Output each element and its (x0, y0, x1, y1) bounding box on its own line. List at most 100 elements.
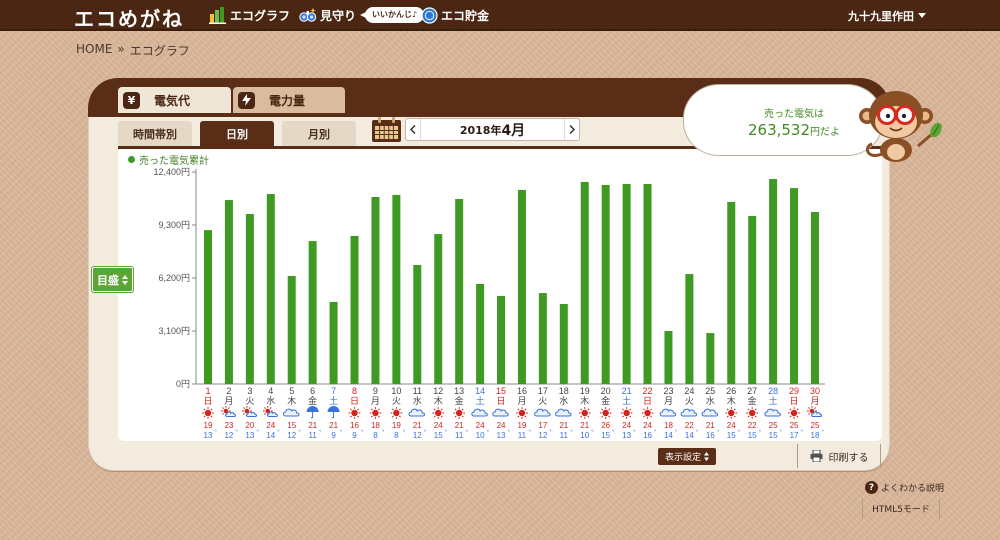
temp-high: 25 (790, 421, 799, 430)
nav-watch[interactable]: 見守り いいかんじ♪ (299, 5, 425, 25)
bar-day-1[interactable] (204, 230, 212, 384)
sunny-icon (578, 407, 591, 419)
nav-eco-graph[interactable]: エコグラフ (209, 5, 290, 25)
degree-unit: ° (215, 430, 218, 436)
app-logo[interactable]: エコめがね (74, 3, 184, 32)
x-tick-weekday: 火 (538, 396, 547, 406)
bubble-caption: 売った電気は (764, 109, 824, 120)
calendar-icon[interactable] (371, 117, 402, 143)
cloudy-icon (659, 408, 677, 417)
bar-day-15[interactable] (497, 295, 506, 384)
bar-day-29[interactable] (790, 188, 799, 384)
x-tick-day: 29 (789, 386, 799, 396)
bar-day-18[interactable] (559, 303, 568, 384)
x-tick-day: 18 (559, 386, 569, 396)
tab-hourly[interactable]: 時間帯別 (118, 121, 192, 146)
x-tick-day: 25 (705, 386, 715, 396)
bar-day-24[interactable] (685, 274, 694, 384)
bar-day-30[interactable] (810, 212, 819, 384)
degree-unit: ° (277, 430, 280, 436)
bar-day-4[interactable] (266, 194, 275, 384)
x-tick-weekday: 金 (308, 395, 317, 406)
sold-electricity-bubble: 売った電気は 263,532円だよ (683, 84, 883, 156)
coin-icon (421, 6, 438, 24)
sunny-cloudy-icon (241, 406, 258, 417)
x-tick-weekday: 土 (329, 395, 338, 406)
html5-mode-button[interactable]: HTML5モード (862, 499, 940, 518)
cloudy-icon (764, 408, 781, 417)
bar-day-23[interactable] (664, 331, 673, 384)
next-month-button[interactable] (564, 119, 579, 140)
bar-day-8[interactable] (350, 235, 359, 384)
bar-day-3[interactable] (245, 214, 254, 384)
bar-day-16[interactable] (517, 189, 526, 384)
scale-button[interactable]: 目盛 (92, 267, 133, 292)
bar-day-17[interactable] (538, 293, 547, 384)
bar-day-25[interactable] (706, 333, 715, 384)
bar-day-9[interactable] (371, 196, 380, 384)
x-tick-day: 23 (663, 386, 673, 396)
temp-low: 12 (224, 431, 233, 440)
bar-day-19[interactable] (580, 181, 589, 384)
user-menu[interactable]: 九十九里作田 (848, 8, 926, 24)
x-tick-weekday: 月 (664, 396, 673, 406)
temp-low: 10 (580, 431, 589, 440)
bar-day-21[interactable] (622, 183, 631, 384)
breadcrumb-home[interactable]: HOME (76, 42, 112, 59)
temp-low: 14 (266, 431, 275, 440)
cloudy-icon (492, 408, 509, 417)
status-badge: いいかんじ♪ (360, 7, 425, 23)
temp-high: 21 (706, 421, 715, 430)
x-tick-day: 4 (268, 386, 273, 396)
bar-day-14[interactable] (476, 283, 485, 384)
bar-day-13[interactable] (455, 199, 464, 384)
bar-day-2[interactable] (224, 200, 233, 384)
tab-electricity-cost[interactable]: 電気代 (118, 87, 231, 113)
bar-day-12[interactable] (434, 234, 443, 384)
x-tick-weekday: 火 (245, 396, 254, 406)
temp-low: 12 (538, 431, 547, 440)
bar-day-22[interactable] (643, 183, 652, 384)
degree-unit: ° (780, 430, 783, 436)
print-button[interactable]: 印刷する (797, 444, 881, 468)
tab-electricity-usage[interactable]: 電力量 (233, 87, 345, 113)
bar-day-26[interactable] (727, 201, 736, 384)
x-tick-weekday: 日 (350, 396, 359, 406)
sunny-cloudy-icon (262, 406, 278, 417)
bar-day-5[interactable] (287, 275, 296, 384)
x-tick-day: 15 (496, 386, 506, 396)
help-link[interactable]: よくわかる説明 (865, 481, 944, 494)
bar-day-6[interactable] (308, 241, 317, 384)
x-tick-day: 20 (601, 386, 611, 396)
cloudy-icon (534, 408, 551, 417)
tab-monthly[interactable]: 月別 (282, 121, 356, 146)
bar-day-20[interactable] (601, 184, 610, 384)
temp-low: 13 (245, 431, 254, 440)
temp-high: 26 (601, 421, 610, 430)
bar-day-10[interactable] (392, 194, 401, 384)
bar-day-11[interactable] (413, 265, 422, 384)
temp-high: 25 (811, 421, 820, 430)
sunny-icon (348, 407, 361, 419)
temp-high: 20 (245, 421, 254, 430)
daily-bar-chart: 0円3,100円6,200円9,300円12,400円1日1913 °2月2312… (153, 167, 825, 440)
bar-day-28[interactable] (769, 179, 778, 384)
degree-unit: ° (738, 430, 741, 436)
x-tick-day: 19 (580, 386, 590, 396)
display-settings-button[interactable]: 表示設定 (658, 448, 716, 465)
x-tick-day: 9 (373, 386, 378, 396)
sunny-icon (432, 407, 445, 419)
x-tick-weekday: 木 (287, 395, 296, 406)
sunny-icon (390, 407, 403, 419)
x-tick-day: 22 (643, 386, 653, 396)
sunny-icon (599, 407, 612, 419)
bar-day-7[interactable] (329, 301, 338, 384)
temp-low: 13 (497, 431, 506, 440)
y-tick-label: 0円 (176, 379, 190, 389)
prev-month-button[interactable] (406, 119, 421, 140)
bar-day-27[interactable] (748, 215, 757, 384)
nav-eco-savings[interactable]: エコ貯金 (421, 5, 489, 25)
yen-icon (123, 91, 140, 109)
y-tick-label: 12,400円 (153, 167, 190, 177)
tab-daily[interactable]: 日別 (200, 121, 274, 146)
